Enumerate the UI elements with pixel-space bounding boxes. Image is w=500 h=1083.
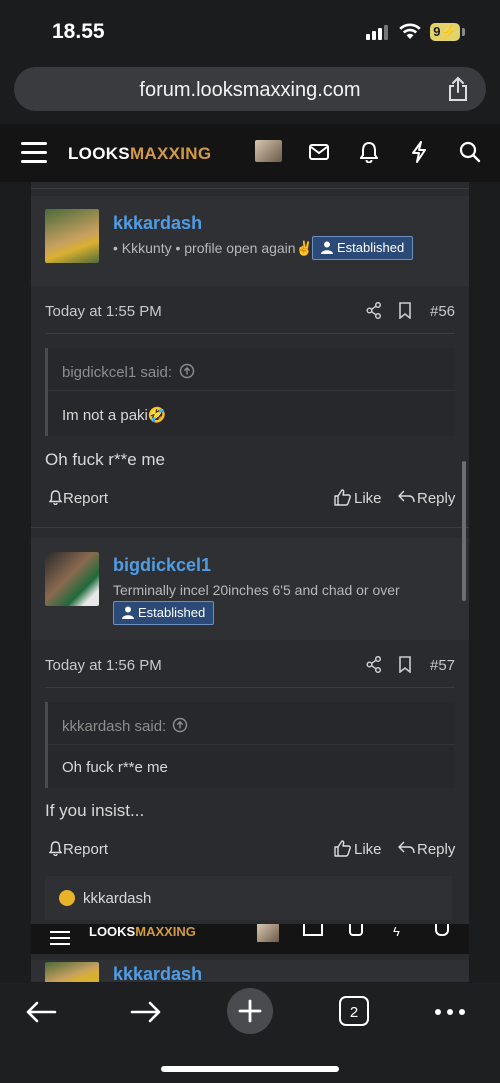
bell-icon[interactable] (360, 141, 378, 163)
post-date[interactable]: Today at 1:55 PM (45, 303, 162, 320)
address-bar[interactable]: forum.looksmaxxing.com (14, 67, 486, 111)
battery-indicator: 9⚡ (430, 23, 460, 41)
wifi-icon (399, 23, 421, 39)
divider (45, 687, 455, 688)
share-icon[interactable] (366, 302, 382, 319)
menu-icon[interactable] (50, 931, 70, 945)
url-text[interactable]: forum.looksmaxxing.com (14, 79, 486, 102)
forward-arrow-icon[interactable] (130, 1001, 162, 1023)
post-username[interactable]: bigdickcel1 (113, 555, 211, 576)
user-avatar[interactable] (255, 140, 282, 162)
bell-icon[interactable] (49, 841, 62, 856)
arrow-up-circle-icon[interactable] (172, 717, 188, 733)
status-bar: 18.55 9⚡ (0, 0, 500, 64)
divider (31, 188, 469, 189)
user-title: • Kkkunty • profile open again✌️ (113, 240, 314, 256)
post-number[interactable]: #57 (430, 657, 455, 674)
menu-icon[interactable] (21, 142, 47, 164)
post-date[interactable]: Today at 1:56 PM (45, 657, 162, 674)
user-title: Terminally incel 20inches 6'5 and chad o… (113, 582, 400, 598)
reply-button[interactable]: Reply (417, 490, 455, 507)
reply-icon[interactable] (398, 841, 415, 855)
divider (48, 390, 455, 391)
divider (48, 744, 455, 745)
search-icon[interactable] (459, 141, 481, 163)
divider (31, 527, 469, 528)
lightning-icon[interactable] (410, 140, 428, 164)
cellular-signal-icon (366, 25, 388, 40)
reply-icon[interactable] (398, 490, 415, 504)
mail-icon[interactable] (303, 924, 323, 936)
thumbs-up-icon[interactable] (334, 840, 351, 857)
quote-block: kkkardash said: Oh fuck r**e me (45, 702, 455, 788)
user-icon (122, 606, 134, 619)
like-button[interactable]: Like (354, 841, 382, 858)
plus-icon (238, 999, 262, 1023)
status-badge: Established (113, 601, 215, 625)
dots-menu-icon[interactable] (435, 1009, 465, 1017)
report-button[interactable]: Report (63, 841, 108, 858)
reactions-bar[interactable]: kkkardash (45, 876, 452, 920)
clock: 18.55 (52, 20, 105, 43)
site-logo[interactable]: LOOKSMAXXING (68, 144, 211, 164)
share-icon[interactable] (366, 656, 382, 673)
mail-icon[interactable] (309, 144, 329, 160)
back-arrow-icon[interactable] (25, 1001, 57, 1023)
status-badge: Established (312, 236, 414, 260)
tabs-button[interactable]: 2 (339, 996, 369, 1026)
user-icon (321, 241, 333, 254)
bell-icon[interactable] (49, 490, 62, 505)
thread-content: kkkardash • Kkkunty • profile open again… (31, 182, 469, 982)
avatar[interactable] (45, 209, 99, 263)
reaction-icon (59, 890, 75, 906)
quote-author[interactable]: bigdickcel1 said: (62, 364, 172, 381)
thumbs-up-icon[interactable] (334, 489, 351, 506)
avatar[interactable] (45, 552, 99, 606)
quote-author[interactable]: kkkardash said: (62, 718, 166, 735)
post-username[interactable]: kkkardash (113, 964, 202, 982)
share-icon[interactable] (446, 76, 470, 102)
like-button[interactable]: Like (354, 490, 382, 507)
new-tab-button[interactable] (227, 988, 273, 1034)
site-header: LOOKSMAXXING (0, 124, 500, 182)
quote-text: Oh fuck r**e me (62, 759, 168, 776)
next-post-userbar: kkkardash (31, 960, 469, 982)
post-message: Oh fuck r**e me (45, 450, 165, 469)
report-button[interactable]: Report (63, 490, 108, 507)
sticky-header: LOOKSMAXXING ϟ (31, 924, 469, 954)
lightning-icon[interactable]: ϟ (393, 924, 400, 939)
post-message: If you insist... (45, 801, 145, 820)
post-username[interactable]: kkkardash (113, 213, 202, 234)
reaction-user[interactable]: kkkardash (83, 890, 151, 907)
home-indicator (161, 1066, 339, 1072)
bookmark-icon[interactable] (399, 656, 411, 673)
quote-text: Im not a paki🤣 (62, 407, 167, 424)
arrow-up-circle-icon[interactable] (179, 363, 195, 379)
reply-button[interactable]: Reply (417, 841, 455, 858)
battery-tip (462, 28, 465, 36)
site-logo[interactable]: LOOKSMAXXING (89, 924, 196, 939)
quote-block: bigdickcel1 said: Im not a paki🤣 (45, 348, 455, 436)
search-icon[interactable] (435, 924, 449, 936)
post-56-userbar: kkkardash • Kkkunty • profile open again… (31, 196, 469, 286)
user-avatar[interactable] (257, 924, 279, 942)
scrollbar[interactable] (462, 461, 466, 601)
avatar[interactable] (45, 962, 99, 982)
post-57-userbar: bigdickcel1 Terminally incel 20inches 6'… (31, 538, 469, 640)
bookmark-icon[interactable] (399, 302, 411, 319)
bell-icon[interactable] (349, 924, 363, 936)
divider (45, 333, 455, 334)
post-number[interactable]: #56 (430, 303, 455, 320)
